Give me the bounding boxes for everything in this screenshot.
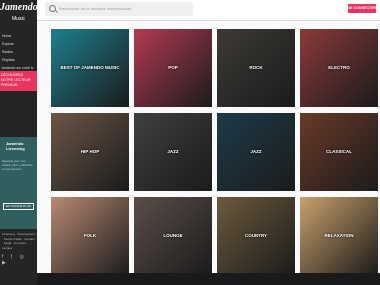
sidebar-item-radios[interactable]: Radios — [2, 48, 15, 56]
genre-tile-pop[interactable]: POP — [134, 29, 212, 107]
genre-tile-rock[interactable]: ROCK — [217, 29, 295, 107]
genre-tile-jazz-2[interactable]: JAZZ — [217, 113, 295, 191]
search-input[interactable]: Rechercher de la musique indépendante — [45, 2, 193, 16]
licensing-button[interactable]: EN SAVOIR PLUS — [3, 203, 34, 210]
tile-label: JAZZ — [167, 149, 179, 154]
tile-label: BEST OF JAMENDO MUSIC — [60, 65, 120, 70]
search-icon — [49, 5, 56, 12]
sidebar-item-home[interactable]: Home — [2, 32, 15, 40]
licensing-text: Musique pour vos vidéos, films, publicit… — [2, 159, 33, 171]
genre-tile-folk[interactable]: FOLK — [51, 197, 129, 275]
player-bar — [37, 273, 380, 285]
premium-button[interactable]: DÉCOUVREZ NOTRE LECTEUR PREMIUM — [0, 71, 37, 91]
tile-label: COUNTRY — [244, 233, 268, 238]
licensing-panel: Jamendo Licensing Musique pour vos vidéo… — [0, 137, 37, 229]
main-content: BEST OF JAMENDO MUSIC POP ROCK ELECTRO H… — [37, 21, 380, 285]
tile-label: FOLK — [83, 233, 97, 238]
genre-tile-classical[interactable]: CLASSICAL — [300, 113, 378, 191]
genre-tile-relaxation[interactable]: RELAXATION — [300, 197, 378, 275]
genre-tile-jazz-1[interactable]: JAZZ — [134, 113, 212, 191]
tile-label: JAZZ — [250, 149, 262, 154]
tile-label: ROCK — [249, 65, 263, 70]
social-icons[interactable]: f t ◎ ▶ — [2, 254, 37, 266]
tile-label: ELECTRO — [328, 65, 350, 70]
genre-tile-electro[interactable]: ELECTRO — [300, 29, 378, 107]
tv-link[interactable]: Jamendo sur votre tv — [1, 66, 34, 70]
tile-label: HIP HOP — [80, 149, 100, 154]
login-button[interactable]: SE CONNECTER — [348, 4, 376, 13]
genre-tile-lounge[interactable]: LOUNGE — [134, 197, 212, 275]
search-placeholder: Rechercher de la musique indépendante — [59, 6, 132, 11]
sidebar-item-playlists[interactable]: Playlists — [2, 56, 15, 64]
brand-name: Jamendo — [0, 2, 37, 13]
genre-tile-country[interactable]: COUNTRY — [217, 197, 295, 275]
sidebar: Jamendo Music Home Explore Radios Playli… — [0, 0, 37, 285]
tile-label: CLASSICAL — [326, 149, 352, 154]
licensing-title: Jamendo Licensing — [6, 141, 25, 151]
tile-label: RELAXATION — [324, 233, 354, 238]
genre-tile-hiphop[interactable]: HIP HOP — [51, 113, 129, 191]
sidebar-item-explore[interactable]: Explore — [2, 40, 15, 48]
sidebar-nav: Home Explore Radios Playlists — [2, 32, 15, 64]
jamendo-logo[interactable]: Jamendo Music — [0, 3, 37, 24]
sidebar-footer-links[interactable]: Licensing · Développeurs · Centre d'aide… — [2, 232, 36, 250]
tile-label: LOUNGE — [163, 233, 183, 238]
tile-label: POP — [168, 65, 178, 70]
top-bar: Rechercher de la musique indépendante SE… — [37, 0, 380, 21]
brand-sub: Music — [12, 16, 26, 22]
genre-tile-best-of[interactable]: BEST OF JAMENDO MUSIC — [51, 29, 129, 107]
